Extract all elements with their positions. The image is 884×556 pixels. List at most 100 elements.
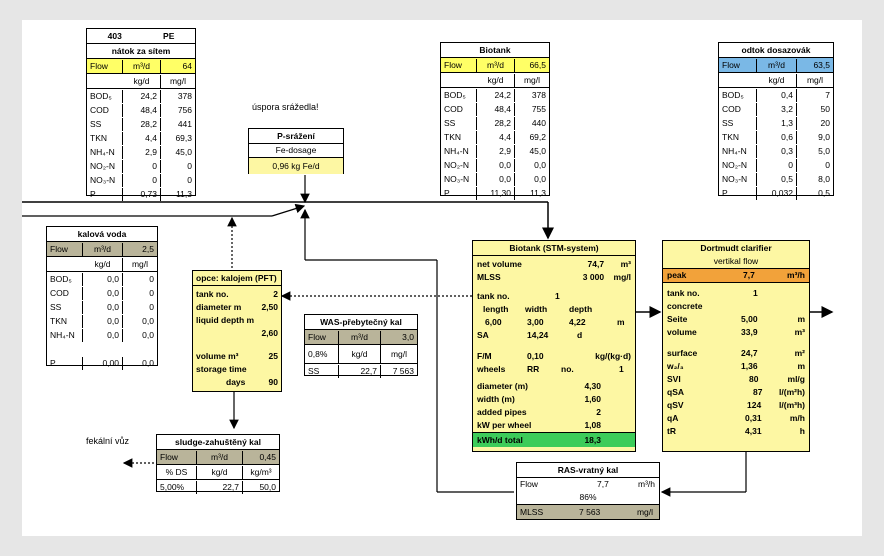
uspora-label: úspora srážedla! xyxy=(252,102,319,112)
natok-label-cell: BOD₅ xyxy=(87,89,123,103)
kalova-kg-cell: 0,0 xyxy=(83,314,123,328)
kalova-label-cell: SS xyxy=(47,300,83,314)
odtok-kg-cell: 3,2 xyxy=(757,102,797,116)
stm-tank-value: 1 xyxy=(555,291,560,301)
odtok-label-cell: COD xyxy=(719,102,757,116)
ras-pct: 86% xyxy=(579,492,597,502)
natok-unit-mg: mg/l xyxy=(169,75,187,86)
dortmund-seite-value: 5,00 xyxy=(741,314,758,324)
stm-fm-value: 0,10 xyxy=(527,351,544,361)
was-unit-mg: mg/l xyxy=(390,349,408,359)
dortmund-qsv-label: qSV xyxy=(667,400,684,410)
odtok-mg-cell: 7 xyxy=(825,89,830,100)
dortmund-tank-label: tank no. xyxy=(667,288,700,298)
biotank_in-label-cell: SS xyxy=(441,116,477,130)
dortmund-vol-unit: m³ xyxy=(794,327,805,337)
natok-kg-cell: 0 xyxy=(123,173,161,187)
dortmund-tr-unit: h xyxy=(799,426,805,436)
natok-num: 403 xyxy=(107,30,122,41)
dortmund-seite-label: Seite xyxy=(667,314,688,324)
natok-mg-cell: 0 xyxy=(187,174,192,185)
dortmund-box: Dortmudt clarifier vertikal flow peak 7,7… xyxy=(662,240,810,452)
natok-flow-unit: m³/d xyxy=(123,59,161,73)
dortmund-vol-label: volume xyxy=(667,327,697,337)
kalova-table: kalová voda Flow m³/d 2,5 kg/d mg/l BOD₅… xyxy=(46,226,158,370)
ras-flow-unit: m³/h xyxy=(638,479,655,489)
was-flow-unit: m³/d xyxy=(339,330,381,344)
odtok-unit-kg: kg/d xyxy=(757,73,797,87)
natok-kg-cell: 0,73 xyxy=(123,187,161,201)
odtok-mg-cell: 20 xyxy=(820,117,830,128)
biotank_in-kg-cell: 24,2 xyxy=(477,88,515,102)
stm-mlss-value: 3 000 xyxy=(582,272,605,282)
stm-dim-unit: m xyxy=(617,317,625,327)
natok-row: TKN 4,4 69,3 xyxy=(87,131,195,145)
stm-depth-value: 4,22 xyxy=(569,317,586,327)
odtok-kg-cell: 0,6 xyxy=(757,130,797,144)
dortmund-qsv-unit: l/(m³h) xyxy=(779,400,805,410)
dortmund-w-unit: m xyxy=(797,361,805,371)
natok-row: BOD₅ 24,2 378 xyxy=(87,89,195,103)
ras-mlss-label: MLSS xyxy=(520,507,544,517)
kalova-kg-cell: 0,0 xyxy=(83,328,123,342)
kalova-mg-cell: 0,0 xyxy=(142,329,154,340)
dortmund-qa-label: qA xyxy=(667,413,679,423)
was-unit-kg: kg/d xyxy=(339,345,381,363)
dortmund-qsa-value: 87 xyxy=(753,387,763,397)
kalojem-days-value: 90 xyxy=(268,377,278,387)
natok-kg-cell: 2,9 xyxy=(123,145,161,159)
odtok-kg-cell: 0,3 xyxy=(757,144,797,158)
biotank_in-row: BOD₅ 24,2 378 xyxy=(441,88,549,102)
sludge-ds-label: % DS xyxy=(157,465,197,479)
stm-length-value: 6,00 xyxy=(485,317,502,327)
biotank-in-title: Biotank xyxy=(441,43,549,58)
dortmund-concrete: concrete xyxy=(667,301,703,311)
odtok-flow-value: 63,5 xyxy=(813,59,830,70)
stm-kw-value: 1,08 xyxy=(584,420,601,430)
kalova-row: COD 0,0 0 xyxy=(47,286,157,300)
dortmund-surf-label: surface xyxy=(667,348,698,358)
odtok-row: NO₃-N 0,5 8,0 xyxy=(719,172,833,186)
biotank_in-row: SS 28,2 440 xyxy=(441,116,549,130)
kalova-kg-cell: 0,0 xyxy=(83,300,123,314)
biotank_in-kg-cell: 2,9 xyxy=(477,144,515,158)
natok-label-cell: SS xyxy=(87,117,123,131)
kalova-flow-unit: m³/d xyxy=(83,242,123,256)
dortmund-qsv-value: 124 xyxy=(747,400,762,410)
kalova-label-cell: TKN xyxy=(47,314,83,328)
natok-rows: BOD₅ 24,2 378 COD 48,4 756 SS 28,2 441 TKN 4,4 69,3… xyxy=(87,89,195,201)
odtok-label-cell: P xyxy=(719,186,757,200)
natok-label-cell: COD xyxy=(87,103,123,117)
biotank_in-row: NO₃-N 0,0 0,0 xyxy=(441,172,549,186)
was-title: WAS-přebytečný kal xyxy=(305,315,417,330)
kalova-label-cell: BOD₅ xyxy=(47,272,83,286)
kalova-kg-cell: 0,00 xyxy=(83,356,123,370)
stm-rr-label: RR xyxy=(527,364,540,374)
odtok-row: BOD₅ 0,4 7 xyxy=(719,88,833,102)
biotank_in-label-cell: NO₂-N xyxy=(441,158,477,172)
kalojem-title: opce: kalojem (PFT) xyxy=(193,271,281,286)
stm-wheels-label: wheels xyxy=(477,364,506,374)
dortmund-subtitle: vertikal flow xyxy=(713,256,759,266)
stm-kwh-label: kWh/d total xyxy=(477,435,523,445)
odtok-row: SS 1,3 20 xyxy=(719,116,833,130)
natok-mg-cell: 11,3 xyxy=(176,188,192,199)
dortmund-tr-value: 4,31 xyxy=(745,426,762,436)
odtok-mg-cell: 9,0 xyxy=(818,131,830,142)
stm-fm-unit: kg/(kg·d) xyxy=(595,351,631,361)
natok-kg-cell: 48,4 xyxy=(123,103,161,117)
stm-sa-unit: d xyxy=(577,330,583,340)
biotank_in-label-cell: NO₃-N xyxy=(441,172,477,186)
odtok-kg-cell: 0 xyxy=(757,158,797,172)
dortmund-tr-label: tR xyxy=(667,426,676,436)
kalova-label-cell: P xyxy=(47,356,83,370)
sludge-kg-value: 22,7 xyxy=(197,480,243,494)
dortmund-qsa-label: qSA xyxy=(667,387,684,397)
kalova-title: kalová voda xyxy=(47,227,157,242)
natok-kg-cell: 28,2 xyxy=(123,117,161,131)
odtok-kg-cell: 1,3 xyxy=(757,116,797,130)
kalova-kg-cell: 0,0 xyxy=(83,272,123,286)
odtok-mg-cell: 0 xyxy=(825,159,830,170)
kalojem-storage-label: storage time xyxy=(196,364,247,374)
biotank_in-mg-cell: 45,0 xyxy=(529,145,546,156)
